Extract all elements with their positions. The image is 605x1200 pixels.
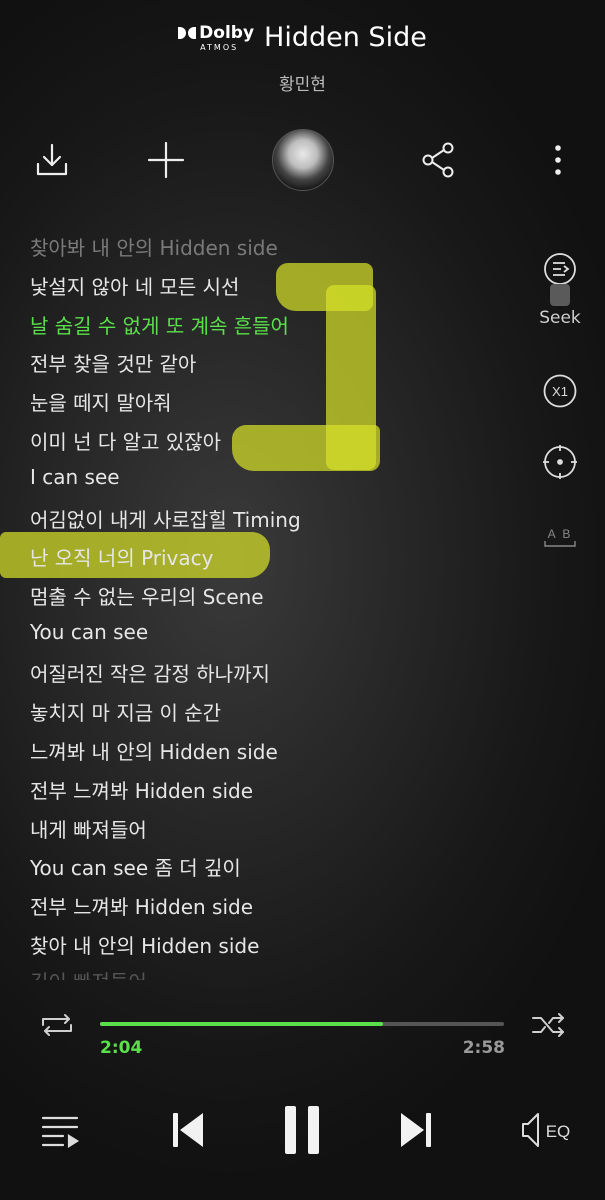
lyric-line[interactable]: 전부 찾을 것만 같아: [30, 348, 196, 377]
action-bar: [0, 128, 605, 192]
download-icon: [36, 143, 68, 176]
playlist-icon: [41, 1116, 80, 1148]
lyric-line[interactable]: You can see 좀 더 깊이: [30, 852, 241, 881]
lyric-line[interactable]: 내게 빠져들어: [30, 814, 147, 843]
lyric-line[interactable]: 놓치지 마 지금 이 순간: [30, 697, 221, 726]
speed-label: X1: [552, 384, 568, 399]
dolby-brand: Dolby: [199, 22, 255, 43]
progress-area: 2:04 2:58: [0, 1010, 605, 1070]
ab-label: A B: [548, 527, 573, 541]
dolby-sub: ATMOS: [200, 42, 239, 52]
seek-lyrics-icon: [544, 253, 576, 285]
share-button[interactable]: [414, 128, 462, 192]
eq-label: EQ: [546, 1122, 571, 1141]
lyric-line[interactable]: I can see: [30, 465, 120, 489]
title-row: Dolby ATMOS Hidden Side: [0, 22, 605, 53]
download-button[interactable]: [28, 128, 76, 192]
lyric-line[interactable]: 어김없이 내게 사로잡힐 Timing: [30, 504, 301, 533]
shuffle-icon: [532, 1013, 564, 1037]
playback-controls: EQ: [0, 1090, 605, 1170]
previous-icon: [173, 1113, 203, 1147]
lyric-line[interactable]: 찾아 내 안의 Hidden side: [30, 930, 259, 959]
more-button[interactable]: [534, 128, 582, 192]
more-icon: [555, 145, 561, 175]
playlist-button[interactable]: [34, 1090, 86, 1170]
dolby-atmos-logo: Dolby ATMOS: [178, 24, 254, 52]
dolby-icon: [178, 26, 197, 39]
header: Dolby ATMOS Hidden Side 황민현: [0, 0, 605, 110]
album-avatar: [272, 129, 334, 191]
lyric-line[interactable]: You can see: [30, 620, 148, 644]
album-art-button[interactable]: [271, 128, 335, 192]
seek-toggle[interactable]: Seek: [530, 252, 590, 328]
seek-toggle-bar: [550, 284, 570, 306]
progress-fill: [100, 1022, 383, 1026]
add-button[interactable]: [142, 128, 190, 192]
equalizer-button[interactable]: EQ: [518, 1090, 578, 1170]
crosshair-icon: [543, 445, 577, 479]
lyric-line[interactable]: 멈출 수 없는 우리의 Scene: [30, 581, 264, 610]
lyric-line[interactable]: 느껴봐 내 안의 Hidden side: [30, 736, 278, 765]
total-time: 2:58: [462, 1038, 505, 1058]
current-time: 2:04: [100, 1038, 143, 1058]
lyric-line[interactable]: 전부 느껴봐 Hidden side: [30, 775, 253, 804]
lyric-line[interactable]: 낯설지 않아 네 모든 시선: [30, 271, 239, 300]
song-title: Hidden Side: [264, 22, 427, 53]
artist-name[interactable]: 황민현: [0, 70, 605, 95]
equalizer-icon: EQ: [522, 1113, 571, 1147]
pause-button[interactable]: [272, 1090, 332, 1170]
ab-repeat-icon: A B: [544, 527, 576, 547]
locate-button[interactable]: [530, 444, 590, 480]
lyric-line[interactable]: 깊이 빠져들어: [30, 966, 147, 980]
lyric-line-active[interactable]: 날 숨길 수 없게 또 계속 흔들어: [30, 310, 289, 339]
ab-repeat-button[interactable]: A B: [530, 524, 590, 550]
speed-icon: X1: [543, 374, 577, 408]
previous-button[interactable]: [162, 1090, 214, 1170]
lyric-line[interactable]: 난 오직 너의 Privacy: [30, 542, 213, 571]
lyric-line[interactable]: 이미 넌 다 알고 있잖아: [30, 426, 221, 455]
add-icon: [147, 141, 185, 179]
seek-label: Seek: [539, 308, 581, 328]
lyric-line[interactable]: 눈을 떼지 말아줘: [30, 387, 172, 416]
speed-button[interactable]: X1: [530, 373, 590, 409]
lyric-line[interactable]: 어질러진 작은 감정 하나까지: [30, 658, 270, 687]
next-button[interactable]: [390, 1090, 442, 1170]
pause-icon: [285, 1106, 319, 1154]
repeat-icon: [42, 1014, 72, 1036]
progress-bar[interactable]: [100, 1022, 504, 1026]
shuffle-button[interactable]: [526, 1002, 572, 1048]
share-icon: [422, 142, 454, 178]
lyrics-panel[interactable]: 찾아봐 내 안의 Hidden side 낯설지 않아 네 모든 시선 날 숨길…: [30, 230, 530, 980]
lyric-line[interactable]: 찾아봐 내 안의 Hidden side: [30, 232, 278, 261]
lyric-line[interactable]: 전부 느껴봐 Hidden side: [30, 891, 253, 920]
repeat-button[interactable]: [34, 1002, 80, 1048]
next-icon: [401, 1113, 431, 1147]
